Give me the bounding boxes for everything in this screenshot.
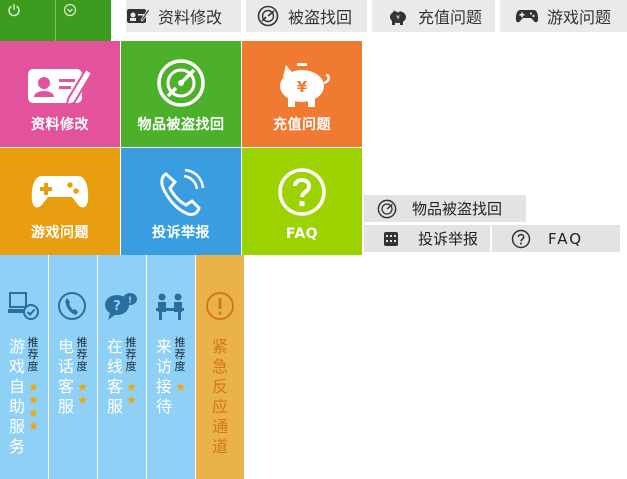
rating-stars: ★ ★ ★ ★ bbox=[27, 381, 40, 433]
star-icon: ★ bbox=[28, 419, 39, 433]
phone-icon bbox=[57, 291, 87, 325]
service-online-chat[interactable]: ?! 在线客服 推荐度 ★ ★ bbox=[98, 255, 146, 479]
chat-bubble-icon: ?! bbox=[104, 291, 138, 325]
tile-faq[interactable]: FAQ bbox=[242, 148, 362, 255]
side-menu-faq[interactable]: FAQ bbox=[492, 225, 620, 252]
star-icon: ★ bbox=[126, 393, 137, 407]
recommend-label: 推荐度 bbox=[174, 336, 186, 373]
nav-tab-stolen[interactable]: 被盗找回 bbox=[246, 0, 367, 32]
tile-complaint[interactable]: 投诉举报 bbox=[121, 148, 241, 255]
recommend-label: 推荐度 bbox=[27, 336, 39, 373]
side-menu-label: FAQ bbox=[548, 229, 584, 248]
keypad-icon bbox=[380, 231, 402, 246]
recommend-label: 推荐度 bbox=[76, 336, 88, 373]
service-title: 紧急反应通道 bbox=[211, 337, 228, 456]
star-icon: ★ bbox=[175, 380, 186, 394]
tile-label: 资料修改 bbox=[31, 117, 89, 133]
gamepad-icon bbox=[515, 4, 539, 28]
power-icon[interactable] bbox=[2, 2, 25, 25]
rating-stars: ★ bbox=[174, 381, 187, 394]
alert-icon bbox=[205, 291, 235, 325]
piggy-bank-icon: ¥ bbox=[386, 4, 410, 28]
nav-tab-label: 资料修改 bbox=[158, 8, 223, 27]
computer-check-icon bbox=[8, 291, 40, 325]
tile-label: 投诉举报 bbox=[152, 225, 210, 241]
radar-icon bbox=[256, 4, 280, 28]
nav-tab-label: 游戏问题 bbox=[547, 8, 612, 27]
id-card-icon bbox=[126, 4, 150, 28]
service-title: 游戏自助服务 bbox=[8, 337, 25, 456]
service-reception[interactable]: 来访接待 推荐度 ★ bbox=[147, 255, 195, 479]
star-icon: ★ bbox=[77, 393, 88, 407]
gamepad-icon bbox=[0, 172, 120, 212]
tile-profile[interactable]: 资料修改 bbox=[0, 41, 120, 147]
nav-tab-label: 被盗找回 bbox=[288, 8, 353, 27]
nav-tab-label: 充值问题 bbox=[418, 8, 483, 27]
service-self-help[interactable]: 游戏自助服务 推荐度 ★ ★ ★ ★ bbox=[0, 255, 48, 479]
piggy-bank-icon: ¥ bbox=[242, 57, 362, 109]
service-emergency[interactable]: 紧急反应通道 bbox=[196, 255, 244, 479]
nav-tab-recharge[interactable]: ¥ 充值问题 bbox=[372, 0, 495, 32]
tile-recharge[interactable]: ¥ 充值问题 bbox=[242, 41, 362, 147]
reception-icon bbox=[154, 291, 186, 325]
recommend-label: 推荐度 bbox=[125, 336, 137, 373]
question-icon bbox=[242, 166, 362, 218]
nav-tab-game[interactable]: 游戏问题 bbox=[500, 0, 627, 32]
rating-stars: ★ ★ bbox=[125, 381, 138, 407]
side-menu-stolen[interactable]: 物品被盗找回 bbox=[364, 195, 526, 222]
svg-text:!: ! bbox=[128, 296, 132, 306]
id-card-icon bbox=[0, 65, 120, 105]
service-title: 在线客服 bbox=[106, 337, 123, 416]
rating-stars: ★ ★ bbox=[76, 381, 89, 407]
side-menu-complaint[interactable]: 投诉举报 bbox=[364, 225, 490, 252]
chevron-down-icon[interactable] bbox=[58, 2, 81, 25]
radar-icon bbox=[376, 199, 398, 219]
phone-icon bbox=[121, 168, 241, 218]
service-title: 来访接待 bbox=[155, 337, 172, 416]
tile-label: FAQ bbox=[285, 226, 319, 242]
tile-game[interactable]: 游戏问题 bbox=[0, 148, 120, 255]
question-icon bbox=[510, 229, 532, 249]
svg-text:¥: ¥ bbox=[396, 15, 400, 22]
side-menu-label: 投诉举报 bbox=[418, 230, 479, 248]
tile-stolen-recovery[interactable]: 物品被盗找回 bbox=[121, 41, 241, 147]
side-menu-label: 物品被盗找回 bbox=[412, 200, 503, 218]
nav-tab-profile[interactable]: 资料修改 bbox=[126, 0, 241, 32]
tile-label: 充值问题 bbox=[273, 117, 331, 133]
svg-text:¥: ¥ bbox=[297, 78, 308, 96]
svg-text:?: ? bbox=[113, 299, 121, 314]
tile-label: 物品被盗找回 bbox=[137, 117, 225, 133]
service-phone[interactable]: 电话客服 推荐度 ★ ★ bbox=[49, 255, 97, 479]
tile-label: 游戏问题 bbox=[31, 225, 89, 241]
radar-icon bbox=[121, 58, 241, 108]
top-divider bbox=[55, 0, 56, 41]
service-title: 电话客服 bbox=[57, 337, 74, 416]
